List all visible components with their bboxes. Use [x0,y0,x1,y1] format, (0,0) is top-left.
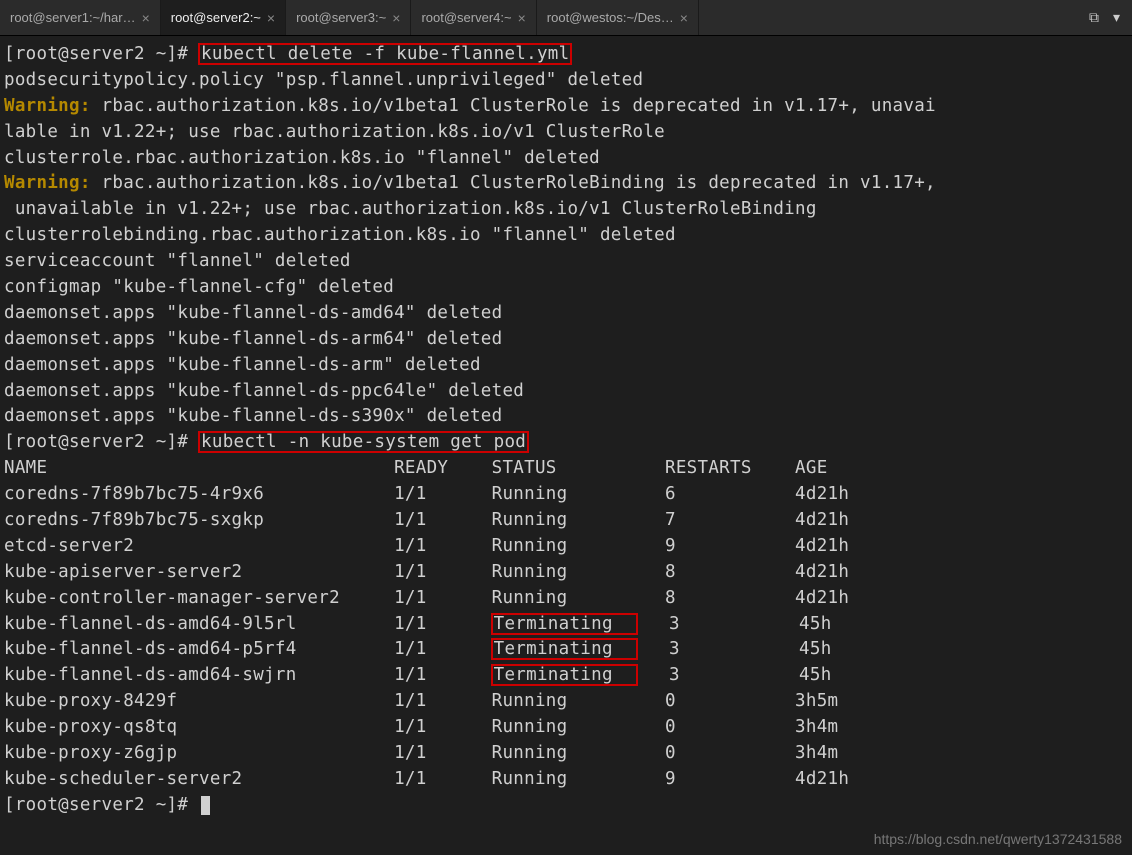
terminal-line: clusterrole.rbac.authorization.k8s.io "f… [4,146,1128,172]
tab-label: root@server3:~ [296,10,386,25]
tab-label: root@server1:~/har… [10,10,136,25]
tab-4[interactable]: root@westos:~/Des… × [537,0,699,35]
status-highlight: Terminating [492,665,637,685]
terminal-line: etcd-server2 1/1 Running 9 4d21h [4,534,1128,560]
terminal-line: kube-flannel-ds-amd64-swjrn 1/1 Terminat… [4,663,1128,689]
terminal-line: lable in v1.22+; use rbac.authorization.… [4,120,1128,146]
terminal-line: Warning: rbac.authorization.k8s.io/v1bet… [4,94,1128,120]
status-highlight: Terminating [492,614,637,634]
terminal-line: NAME READY STATUS RESTARTS AGE [4,456,1128,482]
watermark: https://blog.csdn.net/qwerty1372431588 [874,831,1122,847]
tab-2[interactable]: root@server3:~ × [286,0,411,35]
close-icon[interactable]: × [518,10,526,26]
terminal-line: podsecuritypolicy.policy "psp.flannel.un… [4,68,1128,94]
prompt: [root@server2 ~]# [4,432,199,452]
terminal-line: [root@server2 ~]# [4,793,1128,819]
terminal-line: coredns-7f89b7bc75-4r9x6 1/1 Running 6 4… [4,482,1128,508]
tab-1[interactable]: root@server2:~ × [161,0,286,35]
terminal-line: Warning: rbac.authorization.k8s.io/v1bet… [4,171,1128,197]
terminal-line: kube-flannel-ds-amd64-9l5rl 1/1 Terminat… [4,612,1128,638]
terminal-line: serviceaccount "flannel" deleted [4,249,1128,275]
cursor [201,796,210,815]
close-icon[interactable]: × [142,10,150,26]
terminal-line: [root@server2 ~]# kubectl delete -f kube… [4,42,1128,68]
close-icon[interactable]: × [392,10,400,26]
prompt: [root@server2 ~]# [4,795,199,815]
terminal-line: configmap "kube-flannel-cfg" deleted [4,275,1128,301]
command-highlight: kubectl -n kube-system get pod [199,432,528,452]
split-icon[interactable]: ⧉ [1089,9,1099,26]
warning-label: Warning: [4,173,91,193]
terminal-line: daemonset.apps "kube-flannel-ds-arm64" d… [4,327,1128,353]
status-highlight: Terminating [492,639,637,659]
prompt: [root@server2 ~]# [4,44,199,64]
terminal-line: kube-controller-manager-server2 1/1 Runn… [4,586,1128,612]
terminal-line: daemonset.apps "kube-flannel-ds-arm" del… [4,353,1128,379]
tabbar-right: ⧉▾ [1077,9,1132,26]
terminal-line: daemonset.apps "kube-flannel-ds-amd64" d… [4,301,1128,327]
terminal-line: daemonset.apps "kube-flannel-ds-ppc64le"… [4,379,1128,405]
terminal-output[interactable]: [root@server2 ~]# kubectl delete -f kube… [0,36,1132,825]
terminal-line: kube-apiserver-server2 1/1 Running 8 4d2… [4,560,1128,586]
terminal-line: kube-flannel-ds-amd64-p5rf4 1/1 Terminat… [4,637,1128,663]
command-highlight: kubectl delete -f kube-flannel.yml [199,44,571,64]
terminal-line: kube-proxy-z6gjp 1/1 Running 0 3h4m [4,741,1128,767]
warning-label: Warning: [4,96,91,116]
tab-label: root@server4:~ [421,10,511,25]
terminal-line: kube-proxy-qs8tq 1/1 Running 0 3h4m [4,715,1128,741]
tab-label: root@server2:~ [171,10,261,25]
tab-0[interactable]: root@server1:~/har… × [0,0,161,35]
terminal-line: [root@server2 ~]# kubectl -n kube-system… [4,430,1128,456]
tab-label: root@westos:~/Des… [547,10,674,25]
terminal-line: unavailable in v1.22+; use rbac.authoriz… [4,197,1128,223]
terminal-line: coredns-7f89b7bc75-sxgkp 1/1 Running 7 4… [4,508,1128,534]
tab-3[interactable]: root@server4:~ × [411,0,536,35]
close-icon[interactable]: × [680,10,688,26]
close-icon[interactable]: × [267,10,275,26]
menu-icon[interactable]: ▾ [1113,9,1120,26]
terminal-line: kube-proxy-8429f 1/1 Running 0 3h5m [4,689,1128,715]
terminal-line: daemonset.apps "kube-flannel-ds-s390x" d… [4,404,1128,430]
tab-bar: root@server1:~/har…×root@server2:~×root@… [0,0,1132,36]
terminal-line: clusterrolebinding.rbac.authorization.k8… [4,223,1128,249]
terminal-line: kube-scheduler-server2 1/1 Running 9 4d2… [4,767,1128,793]
